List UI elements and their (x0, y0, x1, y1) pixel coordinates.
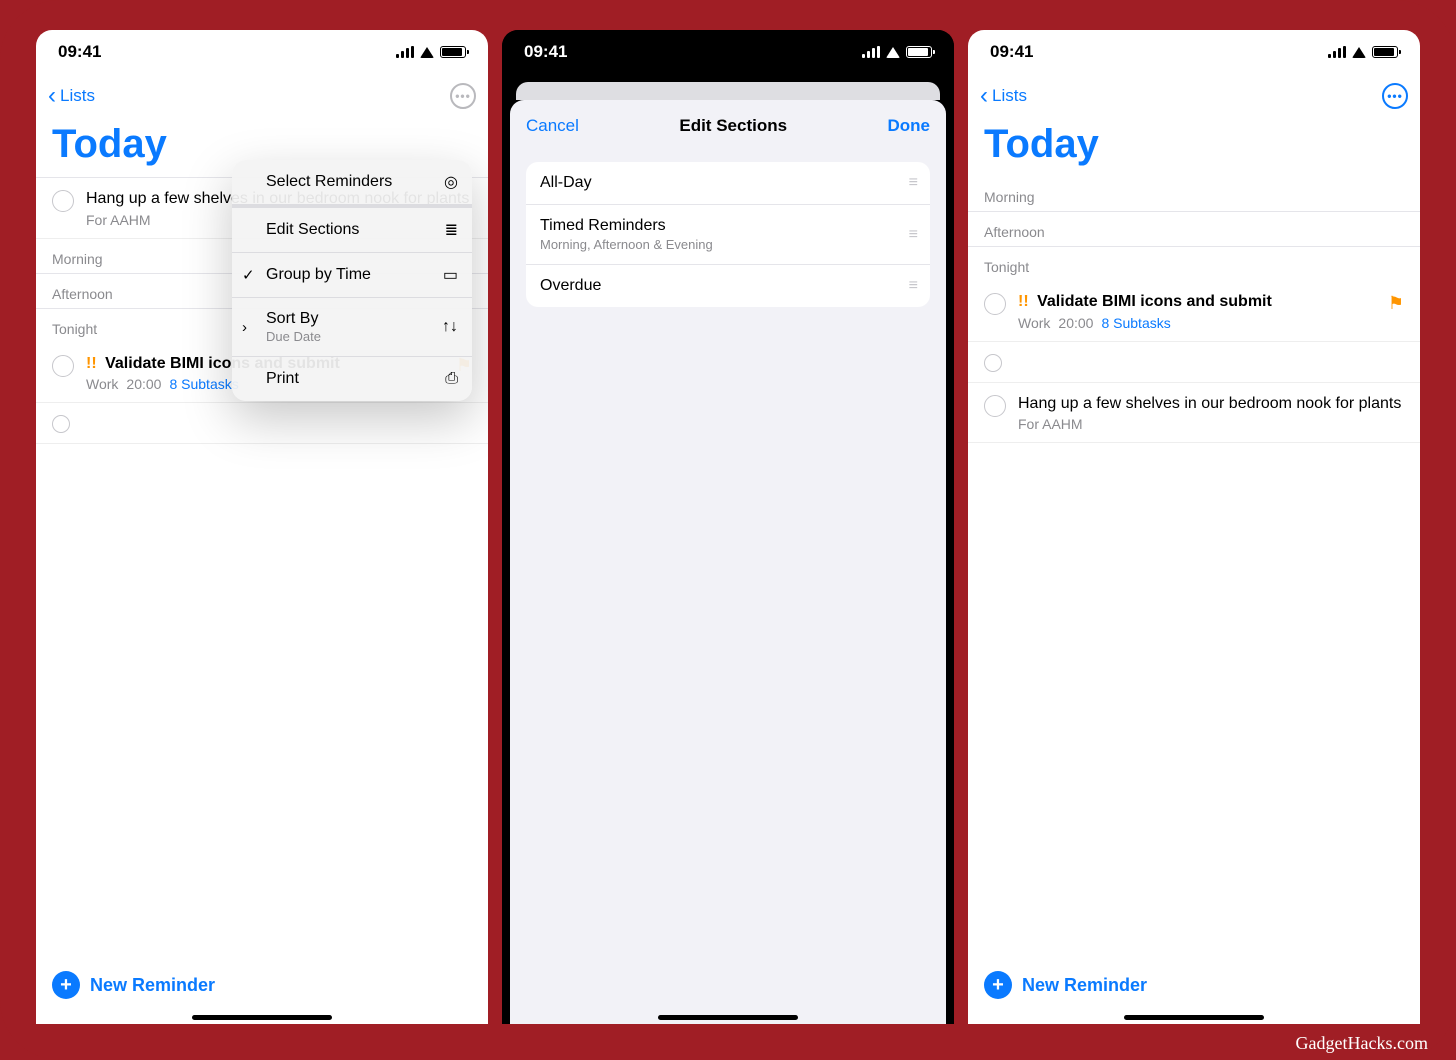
menu-group-by-time[interactable]: ✓ Group by Time ▭ (232, 253, 472, 298)
chevron-left-icon: ‹ (48, 84, 56, 108)
reminder-list-tag: For AAHM (1018, 416, 1083, 432)
status-bar: 09:41 (502, 30, 954, 74)
more-button[interactable]: ••• (450, 83, 476, 109)
menu-edit-sections[interactable]: Edit Sections ≣ (232, 208, 472, 253)
reminder-time: 20:00 (1058, 315, 1093, 331)
complete-toggle[interactable] (52, 355, 74, 377)
battery-icon (1372, 46, 1398, 58)
reminder-list-tag: Work (1018, 315, 1050, 331)
status-icons (396, 46, 466, 58)
menu-select-reminders[interactable]: Select Reminders ◎ (232, 160, 472, 208)
subtasks-link[interactable]: 8 Subtasks (169, 376, 238, 392)
edit-sections-icon: ≣ (445, 220, 458, 240)
home-indicator[interactable] (192, 1015, 332, 1020)
status-time: 09:41 (58, 42, 101, 62)
section-header-afternoon: Afternoon (968, 212, 1420, 247)
phone-screen-1: 09:41 ‹ Lists ••• Today (36, 30, 488, 1024)
bottom-bar: + New Reminder (968, 953, 1420, 1009)
printer-icon: ⎙ (445, 370, 458, 388)
flag-icon: ⚑ (1388, 291, 1404, 314)
new-reminder-label[interactable]: New Reminder (90, 975, 215, 996)
phone-screen-3: 09:41 ‹ Lists ••• Today Morning Afterno (968, 30, 1420, 1024)
drag-handle-icon[interactable]: ≡ (909, 226, 916, 244)
chevron-right-icon: › (242, 319, 247, 336)
checkmark-icon: ✓ (242, 266, 255, 284)
status-icons (1328, 46, 1398, 58)
back-button[interactable]: ‹ Lists (980, 84, 1027, 108)
complete-toggle[interactable] (984, 354, 1002, 372)
reminder-time: 20:00 (126, 376, 161, 392)
battery-icon (440, 46, 466, 58)
drag-handle-icon[interactable]: ≡ (909, 277, 916, 295)
back-button[interactable]: ‹ Lists (48, 84, 95, 108)
cellular-icon (862, 46, 880, 58)
home-indicator[interactable] (658, 1015, 798, 1020)
reminder-list-tag: Work (86, 376, 118, 392)
add-reminder-button[interactable]: + (984, 971, 1012, 999)
home-indicator[interactable] (1124, 1015, 1264, 1020)
reminder-item[interactable]: !! Validate BIMI icons and submit Work 2… (968, 281, 1420, 342)
battery-icon (906, 46, 932, 58)
menu-sort-by[interactable]: › Sort By Due Date ↑↓ (232, 298, 472, 357)
context-menu: Select Reminders ◎ Edit Sections ≣ ✓ Gro… (232, 160, 472, 401)
complete-toggle[interactable] (984, 293, 1006, 315)
empty-reminder-row[interactable] (36, 403, 488, 444)
page-title: Today (968, 118, 1420, 177)
new-reminder-label[interactable]: New Reminder (1022, 975, 1147, 996)
cellular-icon (1328, 46, 1346, 58)
wifi-icon (420, 47, 434, 58)
wifi-icon (1352, 47, 1366, 58)
sections-list: All-Day ≡ Timed Reminders Morning, After… (526, 162, 930, 307)
reminder-list-tag: For AAHM (86, 212, 151, 228)
back-label: Lists (992, 86, 1027, 106)
status-icons (862, 46, 932, 58)
priority-indicator: !! (86, 355, 97, 372)
group-icon: ▭ (443, 265, 458, 285)
cancel-button[interactable]: Cancel (526, 116, 579, 136)
image-credit: GadgetHacks.com (1296, 1033, 1428, 1054)
subtasks-link[interactable]: 8 Subtasks (1101, 315, 1170, 331)
empty-reminder-row[interactable] (968, 342, 1420, 383)
sheet-nav: Cancel Edit Sections Done (510, 100, 946, 152)
more-button[interactable]: ••• (1382, 83, 1408, 109)
wifi-icon (886, 47, 900, 58)
section-row-timed[interactable]: Timed Reminders Morning, Afternoon & Eve… (526, 205, 930, 265)
status-time: 09:41 (990, 42, 1033, 62)
back-label: Lists (60, 86, 95, 106)
sort-icon: ↑↓ (442, 318, 458, 336)
edit-sections-sheet: Cancel Edit Sections Done All-Day ≡ Time… (510, 100, 946, 1024)
complete-toggle[interactable] (52, 415, 70, 433)
complete-toggle[interactable] (984, 395, 1006, 417)
section-row-overdue[interactable]: Overdue ≡ (526, 265, 930, 307)
complete-toggle[interactable] (52, 190, 74, 212)
status-time: 09:41 (524, 42, 567, 62)
background-card (516, 82, 940, 100)
chevron-left-icon: ‹ (980, 84, 988, 108)
phone-screen-2: 09:41 Cancel Edit Sections Done (502, 30, 954, 1024)
section-row-allday[interactable]: All-Day ≡ (526, 162, 930, 205)
cellular-icon (396, 46, 414, 58)
menu-print[interactable]: Print ⎙ (232, 357, 472, 401)
status-bar: 09:41 (36, 30, 488, 74)
select-icon: ◎ (444, 172, 458, 192)
sheet-title: Edit Sections (679, 116, 787, 136)
bottom-bar: + New Reminder (36, 953, 488, 1009)
reminder-title: Hang up a few shelves in our bedroom noo… (1018, 393, 1404, 415)
section-header-morning: Morning (968, 177, 1420, 212)
drag-handle-icon[interactable]: ≡ (909, 174, 916, 192)
section-header-tonight: Tonight (968, 247, 1420, 281)
nav-bar: ‹ Lists ••• (968, 74, 1420, 118)
reminder-item[interactable]: Hang up a few shelves in our bedroom noo… (968, 383, 1420, 444)
nav-bar: ‹ Lists ••• (36, 74, 488, 118)
add-reminder-button[interactable]: + (52, 971, 80, 999)
reminder-title: !! Validate BIMI icons and submit (1018, 291, 1376, 313)
status-bar: 09:41 (968, 30, 1420, 74)
done-button[interactable]: Done (887, 116, 930, 136)
priority-indicator: !! (1018, 293, 1029, 310)
